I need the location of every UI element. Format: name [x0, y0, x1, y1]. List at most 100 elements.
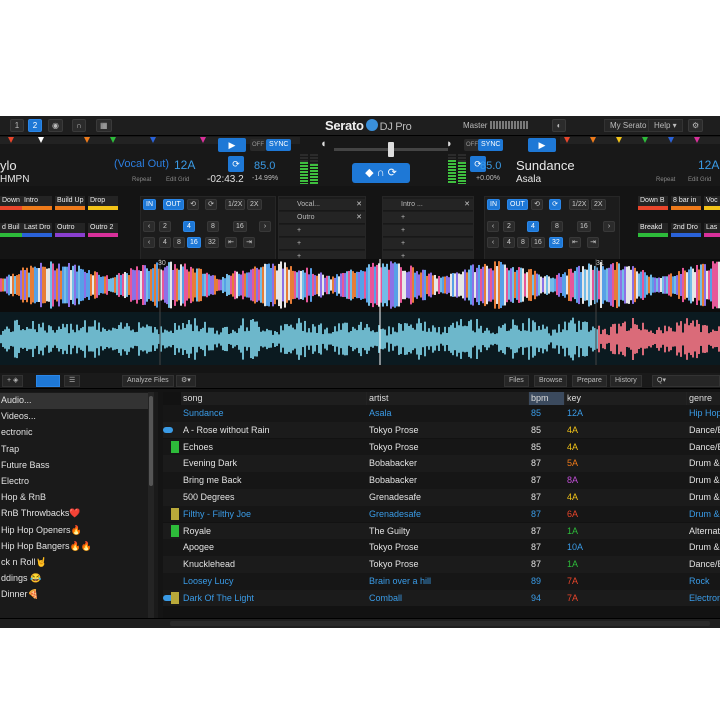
close-icon[interactable]: ✕ — [464, 199, 470, 211]
crate-item[interactable]: Hip Hop Bangers🔥🔥 — [0, 539, 150, 555]
deck-2-button[interactable]: 2 — [28, 119, 42, 132]
play-button[interactable]: ▶ — [218, 138, 246, 152]
loop-length-button[interactable]: 4 — [183, 221, 195, 232]
loop-prev-icon[interactable]: ‹ — [143, 221, 155, 232]
history-tab[interactable]: History — [610, 375, 642, 387]
empty-loop-slot[interactable]: + — [383, 212, 473, 224]
crate-item[interactable]: Hop & RnB — [0, 490, 150, 506]
loop-half-button[interactable]: 1/2X — [225, 199, 246, 210]
shift-right-icon[interactable]: ⇥ — [243, 237, 255, 248]
loop-toggle-icon[interactable]: ⟳ — [549, 199, 561, 210]
loop-half-button[interactable]: 1/2X — [569, 199, 590, 210]
crossfader-handle[interactable] — [388, 142, 394, 157]
loop-toggle-icon[interactable]: ⟳ — [205, 199, 217, 210]
reloop-icon[interactable]: ⟲ — [187, 199, 199, 210]
edit-grid-label[interactable]: Edit Grid — [688, 177, 711, 183]
headphones-icon[interactable]: ∩ — [72, 119, 86, 132]
loop-prev-icon[interactable]: ‹ — [143, 237, 155, 248]
crate-item[interactable]: Electro — [0, 474, 150, 490]
add-crate-icon[interactable]: + ◈ — [2, 375, 24, 387]
library-settings-icon[interactable]: ⚙▾ — [176, 375, 196, 387]
cue-pad[interactable]: 2nd Dro — [671, 223, 701, 237]
horizontal-scrollbar[interactable] — [170, 621, 710, 626]
crate-item[interactable]: ddings 😂 — [0, 571, 150, 587]
track-row[interactable]: Dark Of The Light Comball 94 7A Electron — [163, 589, 720, 607]
column-header-genre[interactable]: genre — [687, 392, 720, 405]
reloop-icon[interactable]: ⟲ — [531, 199, 543, 210]
track-row[interactable]: Filthy - Filthy Joe Grenadesafe 87 6A Drum & — [163, 505, 720, 523]
crate-item[interactable]: Videos... — [0, 409, 150, 425]
column-header-song[interactable]: song — [181, 392, 367, 405]
crate-item[interactable]: RnB Throwbacks❤️ — [0, 506, 150, 522]
keylock-icon[interactable]: ⟳ — [228, 156, 244, 172]
crate-scrollbar[interactable] — [148, 392, 154, 618]
track-row[interactable]: A - Rose without Rain Tokyo Prose 85 4A Danc… — [163, 421, 720, 439]
loop-length-button[interactable]: 8 — [551, 221, 563, 232]
shift-left-icon[interactable]: ⇤ — [225, 237, 237, 248]
loop-length-button[interactable]: 16 — [233, 221, 247, 232]
loop-length-button[interactable]: 16 — [187, 237, 201, 248]
my-serato-link[interactable]: My Serato — [604, 119, 653, 132]
cue-pad[interactable]: Las — [704, 223, 720, 237]
empty-loop-slot[interactable]: + — [279, 238, 365, 250]
play-button[interactable]: ▶ — [528, 138, 556, 152]
track-row[interactable]: Echoes Tokyo Prose 85 4A Dance/E — [163, 438, 720, 456]
column-header-bpm[interactable]: bpm — [529, 392, 565, 405]
detail-view-icon[interactable]: ☰ — [64, 375, 81, 387]
edit-grid-label[interactable]: Edit Grid — [166, 177, 189, 183]
cue-pad[interactable]: Breakd — [638, 223, 668, 237]
empty-loop-slot[interactable]: + — [383, 225, 473, 237]
sync-button[interactable]: SYNC — [478, 139, 504, 151]
crate-item[interactable]: Trap — [0, 442, 150, 458]
crate-item[interactable]: ectronic — [0, 425, 150, 441]
loop-out-button[interactable]: OUT — [507, 199, 528, 210]
loop-in-button[interactable]: IN — [143, 199, 156, 210]
saved-loop-row[interactable]: Intro ... ✕ — [383, 199, 473, 211]
search-input[interactable]: Q▾ — [652, 375, 720, 387]
shift-left-icon[interactable]: ⇤ — [569, 237, 581, 248]
master-volume-icon[interactable]: ◐ — [552, 119, 566, 132]
crate-item[interactable]: ck n Roll🤘 — [0, 555, 150, 571]
loop-length-button[interactable]: 32 — [205, 237, 219, 248]
saved-loop-row[interactable]: Vocal... ✕ — [279, 199, 365, 211]
crate-item[interactable]: Future Bass — [0, 458, 150, 474]
scrollbar-thumb[interactable] — [149, 396, 153, 486]
cue-pad[interactable]: Drop — [88, 196, 118, 210]
repeat-label[interactable]: Repeat — [656, 177, 675, 183]
column-header-key[interactable]: key — [565, 392, 687, 405]
empty-loop-slot[interactable]: + — [383, 238, 473, 250]
cue-pad[interactable]: Build Up — [55, 196, 85, 210]
settings-gear-icon[interactable]: ⚙ — [688, 119, 704, 132]
track-row[interactable]: Bring me Back Bobabacker 87 8A Drum & — [163, 472, 720, 489]
analyze-files-button[interactable]: Analyze Files — [122, 375, 174, 387]
cue-pad[interactable]: Outro 2 — [88, 223, 118, 237]
loop-in-button[interactable]: IN — [487, 199, 500, 210]
loop-length-button[interactable]: 32 — [549, 237, 563, 248]
track-row[interactable]: Knucklehead Tokyo Prose 87 1A Dance/E — [163, 556, 720, 573]
track-row[interactable]: Evening Dark Bobabacker 87 5A Drum & — [163, 455, 720, 473]
loop-length-button[interactable]: 8 — [207, 221, 219, 232]
close-icon[interactable]: ✕ — [356, 199, 362, 211]
list-view-icon[interactable] — [36, 375, 60, 387]
crate-item[interactable]: Dinner🍕 — [0, 587, 150, 603]
deck-1-button[interactable]: 1 — [10, 119, 24, 132]
loop-length-button[interactable]: 8 — [517, 237, 529, 248]
help-menu[interactable]: Help ▾ — [648, 119, 683, 132]
record-icon[interactable]: ◉ — [48, 119, 63, 132]
loop-length-button[interactable]: 16 — [531, 237, 545, 248]
track-row[interactable]: Loosey Lucy Brain over a hill 89 7A Rock — [163, 573, 720, 590]
close-icon[interactable]: ✕ — [356, 212, 362, 224]
loop-next-icon[interactable]: › — [603, 221, 615, 232]
crate-item[interactable]: Audio... — [0, 393, 150, 409]
loop-length-button[interactable]: 4 — [527, 221, 539, 232]
loop-prev-icon[interactable]: ‹ — [487, 221, 499, 232]
cue-pad[interactable]: Outro — [55, 223, 85, 237]
loop-next-icon[interactable]: › — [259, 221, 271, 232]
prepare-tab[interactable]: Prepare — [572, 375, 607, 387]
loop-double-button[interactable]: 2X — [591, 199, 606, 210]
loop-length-button[interactable]: 4 — [503, 237, 515, 248]
waveform-overview[interactable]: 30 31 — [0, 259, 720, 365]
files-tab[interactable]: Files — [504, 375, 529, 387]
keyboard-icon[interactable]: ▦ — [96, 119, 112, 132]
saved-loop-row[interactable]: Outro ✕ — [279, 212, 365, 224]
